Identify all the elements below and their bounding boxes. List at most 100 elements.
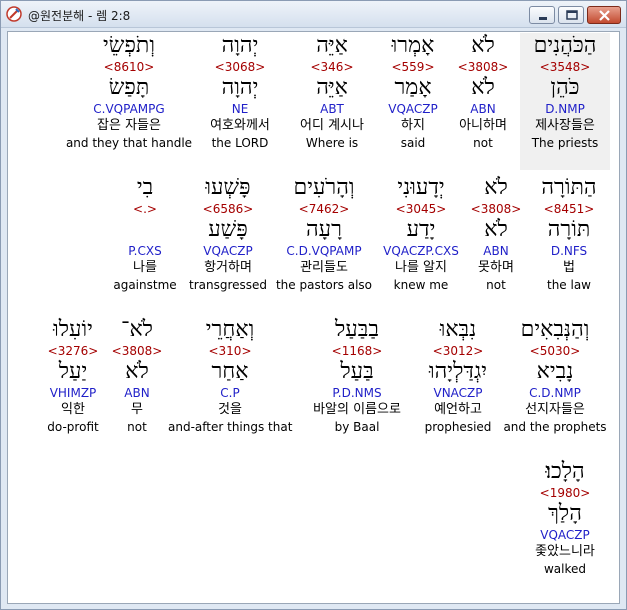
hebrew-word: לֹא <box>484 175 508 200</box>
parsing-code: C.VQPAMPG <box>93 102 165 116</box>
analysis-panel[interactable]: הַכֹּהֲנִים <3548> כֹּהֵן D.NMP 제사장들은 Th… <box>7 31 620 604</box>
word-block[interactable]: פָּשְׁעוּ <6586> פָּשַׁע VQACZP 항거하며 tra… <box>185 175 271 293</box>
parsing-code: D.NMP <box>545 102 585 116</box>
strong-number[interactable]: <1168> <box>298 343 416 359</box>
parsing-code: C.D.NMP <box>529 386 581 400</box>
korean-gloss: 예언하고 <box>434 402 482 417</box>
strong-number[interactable]: <3548> <box>520 59 610 75</box>
english-gloss: the LORD <box>211 136 269 150</box>
strong-number[interactable]: <3012> <box>416 343 500 359</box>
korean-gloss: 잡은 자들은 <box>97 118 161 133</box>
parsing-code: ABN <box>470 102 496 116</box>
parsing-code: P.CXS <box>128 244 162 258</box>
word-block[interactable]: יְהוָה <3068> יְהוָה NE 여호와께서 the LORD <box>194 33 286 151</box>
korean-gloss: 제사장들은 <box>535 118 595 133</box>
english-gloss: not <box>486 278 506 292</box>
lemma: אָמַר <box>394 75 432 100</box>
hebrew-word: הָלָכוּ׃ <box>545 459 585 484</box>
strong-number[interactable]: <310> <box>168 343 292 359</box>
hebrew-word: נִבְּאוּ <box>439 317 477 342</box>
word-block[interactable]: לֹא <3808> לֹא ABN 아니하며 not <box>450 33 516 151</box>
hebrew-word: וְאַחֲרֵי <box>205 317 255 342</box>
strong-number[interactable]: <3808> <box>465 201 527 217</box>
strong-number[interactable]: <3276> <box>38 343 108 359</box>
title-bar[interactable]: @원전분해 - 렘 2:8 <box>1 1 626 28</box>
korean-gloss: 것을 <box>218 402 242 417</box>
parsing-code: NE <box>231 102 249 116</box>
strong-number[interactable]: <3045> <box>377 201 465 217</box>
korean-gloss: 나를 알지 <box>395 260 447 275</box>
parsing-code: P.D.NMS <box>332 386 382 400</box>
english-gloss: prophesied <box>424 420 492 434</box>
hebrew-word: יְהוָה <box>221 33 259 58</box>
english-gloss: walked <box>543 562 587 576</box>
parsing-code: VNACZP <box>433 386 483 400</box>
hebrew-word: וְתֹפְשֵׂי <box>103 33 155 58</box>
hebrew-word: וְהָרֹעִים <box>293 175 355 200</box>
hebrew-word: יְדָעוּנִי <box>397 175 445 200</box>
word-block[interactable]: הָלָכוּ׃ <1980> הָלַךְ VQACZP 좇았느니라 walk… <box>520 459 610 577</box>
word-block[interactable]: אַיֵּה <346> אַיֵּה ABT 어디 계시나 Where is <box>286 33 378 151</box>
strong-number[interactable]: <1980> <box>520 485 610 501</box>
strong-number[interactable]: <3808> <box>108 343 166 359</box>
parsing-code: ABT <box>320 102 344 116</box>
parsing-code: ABN <box>124 386 150 400</box>
word-block[interactable]: וְאַחֲרֵי <310> אַחַר C.P 것을 and-after t… <box>168 317 292 435</box>
app-window: @원전분해 - 렘 2:8 הַכֹּהֲנִים <3548> כֹּהֵן … <box>0 0 627 610</box>
hebrew-word: לֹא־ <box>121 317 153 342</box>
word-block[interactable]: וְהַנְּבִאִים <5030> נָבִיא C.D.NMP 선지자들… <box>500 317 610 435</box>
word-block[interactable]: יְדָעוּנִי <3045> יָדַע VQACZP.CXS 나를 알지… <box>377 175 465 293</box>
word-block[interactable]: וְהָרֹעִים <7462> רָעָה C.D.VQPAMP 관리들도 … <box>272 175 376 293</box>
english-gloss: Where is <box>305 136 359 150</box>
word-block[interactable]: וְתֹפְשֵׂי <8610> תָּפַשׂ C.VQPAMPG 잡은 자… <box>64 33 194 151</box>
strong-number[interactable]: <8451> <box>527 201 611 217</box>
word-block[interactable]: בִי <.> P.CXS 나를 againstme <box>110 175 180 293</box>
window-title: @원전분해 - 렘 2:8 <box>28 9 131 23</box>
hebrew-word: לֹא <box>471 33 495 58</box>
lemma: נָבִיא <box>536 359 574 384</box>
close-button[interactable] <box>587 6 621 24</box>
strong-number[interactable]: <6586> <box>185 201 271 217</box>
english-gloss: knew me <box>393 278 449 292</box>
lemma: בַּעַל <box>340 359 374 384</box>
parsing-code: ABN <box>483 244 509 258</box>
parsing-code: VQACZP <box>388 102 438 116</box>
word-block[interactable]: הַכֹּהֲנִים <3548> כֹּהֵן D.NMP 제사장들은 Th… <box>520 33 610 170</box>
hebrew-word: בִי <box>136 175 154 200</box>
word-block[interactable]: נִבְּאוּ <3012> יִגְדַּלְיָהוּ VNACZP 예언… <box>416 317 500 435</box>
lemma: הָלַךְ <box>548 501 582 526</box>
word-block[interactable]: יוֹעִלוּ <3276> יַעַל VHIMZP 익한 do-profi… <box>38 317 108 435</box>
hebrew-word: פָּשְׁעוּ <box>205 175 251 200</box>
strong-number[interactable]: <7462> <box>272 201 376 217</box>
minimize-button[interactable] <box>529 6 555 24</box>
word-block[interactable]: לֹא־ <3808> לֹא ABN 무 not <box>108 317 166 435</box>
korean-gloss: 아니하며 <box>459 118 507 133</box>
lemma: רָעָה <box>306 217 342 242</box>
word-block[interactable]: בַבַּעַל <1168> בַּעַל P.D.NMS 바알의 이름으로 … <box>298 317 416 435</box>
hebrew-word: הַכֹּהֲנִים <box>533 33 597 58</box>
hebrew-word: אָמְרוּ <box>391 33 435 58</box>
english-gloss: do-profit <box>47 420 99 434</box>
parsing-code: VHIMZP <box>49 386 97 400</box>
strong-number[interactable]: <559> <box>378 59 448 75</box>
parsing-code: VQACZP <box>203 244 253 258</box>
strong-number[interactable]: <3808> <box>450 59 516 75</box>
parsing-code: VQACZP.CXS <box>383 244 459 258</box>
strong-number[interactable]: <5030> <box>500 343 610 359</box>
strong-number[interactable]: <8610> <box>64 59 194 75</box>
hebrew-word: הַתּוֹרָה <box>541 175 597 200</box>
korean-gloss: 여호와께서 <box>210 118 270 133</box>
parsing-code: C.P <box>220 386 240 400</box>
korean-gloss: 익한 <box>61 402 85 417</box>
word-block[interactable]: אָמְרוּ <559> אָמַר VQACZP 하지 said <box>378 33 448 151</box>
lemma: לֹא <box>471 75 495 100</box>
lemma: אַיֵּה <box>316 75 348 100</box>
hebrew-word: וְהַנְּבִאִים <box>520 317 590 342</box>
strong-number[interactable]: <.> <box>110 201 180 217</box>
word-block[interactable]: הַתּוֹרָה <8451> תּוֹרָה D.NFS 법 the law <box>527 175 611 293</box>
word-block[interactable]: לֹא <3808> לֹא ABN 못하며 not <box>465 175 527 293</box>
strong-number[interactable]: <3068> <box>194 59 286 75</box>
english-gloss: said <box>400 136 426 150</box>
maximize-button[interactable] <box>558 6 584 24</box>
strong-number[interactable]: <346> <box>286 59 378 75</box>
